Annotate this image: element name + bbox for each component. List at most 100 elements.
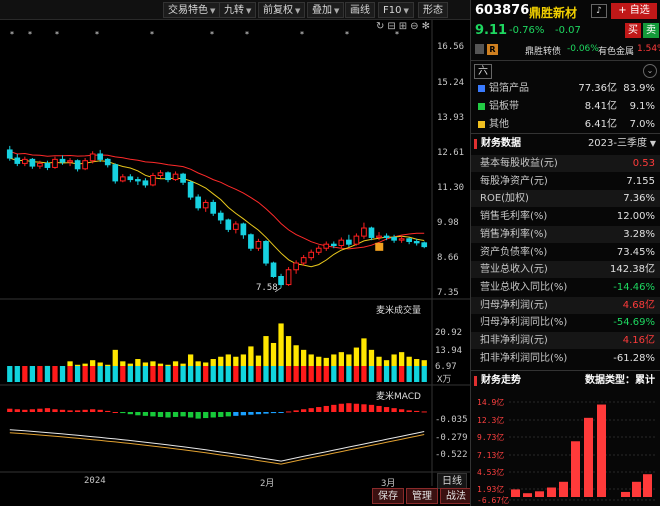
dropdown-icon: ▼ [295,7,301,15]
finance-value: -61.28% [613,352,655,364]
nine-turn-button[interactable]: 九转 ▼ [219,2,257,18]
macd-histogram-bar [301,409,307,412]
business-item: 铝箔产品 77.36亿 83.9% [471,80,660,97]
price-axis-tick: 9.98 [437,218,459,228]
candle [112,164,119,182]
candle [67,160,73,163]
macd-histogram-bar [218,412,224,417]
volume-bar-upper [270,342,277,366]
trend-bar [523,493,532,497]
buy-button[interactable]: 买 [625,23,641,38]
volume-bar [120,366,126,382]
period-select[interactable]: 2023-三季度 [588,135,647,153]
stock-code: 603876 [475,3,530,18]
candle [270,262,277,277]
finance-row: 归母净利润同比(%) -54.69% [471,314,660,331]
macd-histogram-bar [346,403,352,412]
bell-icon[interactable]: ♪ [591,4,607,18]
volume-bar [195,366,201,382]
macd-histogram-bar [210,412,216,418]
adjust-mode-button[interactable]: 前复权 ▼ [258,2,306,18]
volume-bar [293,366,299,382]
convertible-bond-label[interactable]: 鼎胜转债 [525,44,561,57]
volume-bar-upper [346,354,352,366]
macd-histogram-bar [14,409,20,412]
overlay-button[interactable]: 叠加 ▼ [307,2,345,18]
time-label-2024: 2024 [84,476,106,486]
volume-bar [127,366,133,382]
candle [157,172,164,177]
macd-histogram-bar [97,409,103,412]
draw-line-button[interactable]: 画线 [345,2,375,18]
macd-histogram-bar [105,410,111,412]
volume-bar-upper [67,361,73,366]
volume-bar [165,366,171,382]
save-button[interactable]: 保存 [372,488,404,504]
volume-bar-upper [142,362,149,366]
finance-value: 4.16亿 [622,335,655,346]
volume-bar [97,366,103,382]
panel-tab[interactable]: 六 [474,64,492,79]
f10-button[interactable]: F10 ▼ [378,2,414,18]
event-marker: * [95,30,99,39]
trade-feature-button[interactable]: 交易特色 ▼ [163,2,221,18]
macd-histogram-bar [255,412,262,415]
macd-histogram-bar [368,404,375,412]
finance-row: 扣非净利润(元) 4.16亿 [471,332,660,349]
minus-icon[interactable]: ⊖ [410,21,421,32]
change-percent: -0.76% [509,25,545,36]
trend-bar [643,474,652,497]
candle [376,235,382,238]
finance-row: 营业总收入同比(%) -14.46% [471,279,660,296]
stock-info-panel: 603876 鼎胜新材 ♪ + 自选 9.11 -0.76% -0.07 买 卖… [470,0,660,506]
volume-bar [248,366,254,382]
candle [383,235,390,238]
volume-bar [44,366,51,382]
change-amount: -0.07 [555,25,581,36]
pattern-button[interactable]: 形态 [418,2,448,18]
volume-bar [225,366,231,382]
macd-histogram-bar [157,412,164,417]
macd-histogram-bar [195,412,201,419]
manage-button[interactable]: 管理 [406,488,438,504]
macd-histogram-bar [112,412,118,413]
settings-icon[interactable]: ✻ [422,21,433,32]
zoom-in-icon[interactable]: ⊞ [399,21,410,32]
finance-label: 归母净利润同比(%) [480,317,568,329]
price-axis-tick: 15.24 [437,78,465,88]
candle [346,239,352,245]
kline-chart[interactable]: * * * * * * * * * * [0,20,470,506]
volume-bar [421,366,427,382]
macd-histogram-bar [180,412,186,417]
volume-bar-upper [74,364,81,366]
finance-label: 归母净利润(元) [480,299,548,311]
business-name: 铝箔产品 [489,83,529,94]
caret-down-icon[interactable]: ▼ [650,135,656,153]
strategy-button[interactable]: 战法 [440,488,472,504]
volume-bar [376,366,382,382]
legend-swatch [478,103,485,110]
volume-bar-upper [135,359,141,366]
candle [119,176,126,182]
volume-bar [233,366,239,382]
refresh-icon[interactable]: ↻ [376,21,387,32]
finance-header: 财务数据 2023-三季度 ▼ [471,135,660,153]
chevron-down-icon[interactable]: ⌄ [643,64,657,78]
finance-value: 0.53 [632,158,655,169]
zoom-out-icon[interactable]: ⊟ [387,21,398,32]
sell-button[interactable]: 卖 [643,23,659,38]
macd-histogram-bar [406,410,412,412]
trend-title: 财务走势 [481,375,521,386]
volume-bar [52,366,58,382]
candle [398,238,405,241]
divider [471,133,660,134]
period-daily-button[interactable]: 日线 [437,473,467,489]
add-watchlist-button[interactable]: + 自选 [611,3,657,19]
sector-label[interactable]: 有色金属 [598,44,634,57]
volume-bar-upper [248,346,254,366]
macd-histogram-bar [308,408,314,412]
data-type-select[interactable]: 数据类型：累计 [585,372,655,390]
candle [180,173,186,183]
volume-bar-upper [338,352,344,366]
candle [150,175,156,186]
